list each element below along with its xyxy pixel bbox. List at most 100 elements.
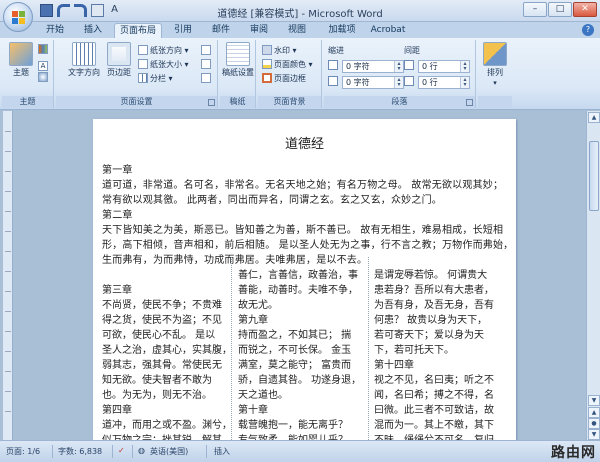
tab-page-layout[interactable]: 页面布局 (114, 23, 162, 38)
indent-right-spinner[interactable]: ▴ ▾ (394, 77, 403, 88)
page-color-button[interactable]: 页面颜色 ▾ (262, 59, 313, 71)
doc-line: 常有欲以观其徼。 此两者，同出而异名，同谓之玄。玄之又玄，众妙之门。 (102, 195, 442, 206)
tab-addins[interactable]: 加载项 (325, 23, 359, 38)
col3-line: 何患？ 故贵以身为天下， (374, 315, 488, 326)
language-globe-icon: ◍ (138, 446, 145, 455)
size-icon (138, 59, 148, 69)
col2-line: 第十章 (238, 405, 268, 416)
indent-left-input[interactable]: 0 字符 ▴ ▾ (342, 60, 404, 73)
col1-line: 知无欲。使夫智者不敢为 (102, 375, 212, 386)
text-direction-button[interactable]: 文字方向 (66, 42, 102, 78)
line-numbers-icon[interactable] (201, 59, 213, 71)
office-button[interactable] (3, 2, 33, 32)
tab-view[interactable]: 视图 (284, 23, 310, 38)
space-before-input[interactable]: 0 行 ▴ ▾ (418, 60, 470, 73)
status-bar: 页面: 1/6 字数: 6,838 ✓ ◍ 英语(美国) 插入 路由网 (0, 440, 600, 462)
col2-line: 天之道也。 (238, 390, 288, 401)
indent-left-icon (328, 60, 340, 72)
proofing-icon[interactable]: ✓ (118, 446, 125, 455)
tab-insert[interactable]: 插入 (80, 23, 106, 38)
col3-line: 曰微。此三者不可致诘，故 (374, 405, 494, 416)
status-separator (112, 445, 113, 458)
breaks-icon[interactable] (201, 45, 213, 57)
maximize-button[interactable]: □ (548, 2, 572, 17)
group-label-page-setup: 页面设置 (56, 96, 217, 108)
scroll-down-icon[interactable]: ▼ (588, 395, 600, 406)
col1-line: 也。为无为，则无不治。 (102, 390, 212, 401)
title-bar: A 道德经 [兼容模式] - Microsoft Word – □ ✕ (0, 0, 600, 22)
ribbon-tabs: 开始 插入 页面布局 引用 邮件 审阅 视图 加载项 Acrobat (0, 22, 600, 38)
col1-line: 圣人之治，虚其心，实其腹， (102, 345, 232, 356)
doc-line: 形，高下相倾，音声相和，前后相随。 是以圣人处无为之事，行不言之教；万物作而弗始… (102, 240, 514, 251)
status-separator (52, 445, 53, 458)
space-after-spinner[interactable]: ▴ ▾ (460, 77, 469, 88)
scroll-up-icon[interactable]: ▲ (588, 112, 600, 123)
help-icon[interactable]: ? (582, 24, 594, 36)
col2-line: 骄，自遗其咎。 功遂身退， (238, 375, 362, 386)
prev-page-icon[interactable]: ▲ (588, 407, 600, 418)
space-before-spinner[interactable]: ▴ ▾ (460, 61, 469, 72)
hyphenation-icon[interactable] (201, 73, 213, 85)
status-page[interactable]: 页面: 1/6 (6, 446, 40, 457)
group-arrange: 排列 ▾ (478, 40, 512, 108)
col2-line: 持而盈之，不如其已； 揣 (238, 330, 352, 341)
minimize-button[interactable]: – (523, 2, 547, 17)
group-draft: 稿纸设置 稿纸 (220, 40, 256, 108)
indent-label: 缩进 (328, 46, 344, 55)
theme-effects-icon[interactable] (38, 72, 50, 84)
columns-icon (138, 73, 148, 83)
scroll-thumb[interactable] (589, 141, 599, 211)
status-word-count[interactable]: 字数: 6,838 (58, 446, 102, 457)
theme-fonts-icon[interactable]: A (38, 58, 50, 71)
space-after-input[interactable]: 0 行 ▴ ▾ (418, 76, 470, 89)
indent-right-input[interactable]: 0 字符 ▴ ▾ (342, 76, 404, 89)
close-button[interactable]: ✕ (573, 2, 597, 17)
col2-line: 而锐之，不可长保。 金玉 (238, 345, 352, 356)
col2-line: 专气致柔，能如婴儿乎？ (238, 431, 348, 440)
indent-left-spinner[interactable]: ▴ ▾ (394, 61, 403, 72)
col3-line: 闻，名曰希；搏之不得，名 (374, 390, 494, 401)
paragraph-launcher-icon[interactable] (466, 99, 473, 106)
size-button[interactable]: 纸张大小 ▾ (138, 59, 189, 71)
theme-icon (9, 42, 33, 66)
tab-review[interactable]: 审阅 (246, 23, 272, 38)
orientation-button[interactable]: 纸张方向 ▾ (138, 45, 189, 57)
tab-acrobat[interactable]: Acrobat (368, 23, 408, 38)
space-after-icon (404, 76, 416, 88)
status-insert-mode[interactable]: 插入 (214, 446, 230, 457)
tab-mailings[interactable]: 邮件 (208, 23, 234, 38)
watermark-button[interactable]: 水印 ▾ (262, 45, 297, 57)
draft-settings-button[interactable]: 稿纸设置 (221, 42, 255, 78)
arrange-button[interactable]: 排列 ▾ (478, 42, 512, 88)
group-label-paragraph: 段落 (324, 96, 475, 108)
status-language[interactable]: 英语(美国) (150, 446, 188, 457)
document-page[interactable]: 道德经 第一章 道可道，非常道。名可名，非常名。无名天地之始；有名万物之母。 故… (93, 119, 516, 440)
tab-home[interactable]: 开始 (42, 23, 68, 38)
vertical-scrollbar[interactable]: ▲ ▼ ▲ ● ▼ (586, 111, 600, 440)
draft-paper-icon (226, 42, 250, 66)
doc-line: 天下皆知美之为美，斯恶已。皆知善之为善，斯不善已。 故有无相生，难易相成，长短相 (102, 225, 504, 236)
page-border-icon (262, 73, 272, 83)
col3-line: 下，若可托天下。 (374, 345, 454, 356)
vertical-ruler[interactable] (3, 111, 13, 440)
office-logo-icon (12, 11, 25, 24)
margins-button[interactable]: 页边距 (104, 42, 134, 78)
indent-right-icon (328, 76, 340, 88)
col2-line: 载营魄抱一，能无离乎？ (238, 420, 348, 431)
doc-line: 第二章 (102, 210, 133, 221)
document-area[interactable]: 道德经 第一章 道可道，非常道。名可名，非常名。无名天地之始；有名万物之母。 故… (0, 111, 600, 440)
page-color-icon (262, 59, 272, 69)
tab-references[interactable]: 引用 (170, 23, 196, 38)
group-page-background: 水印 ▾ 页面颜色 ▾ 页面边框 页面背景 (258, 40, 322, 108)
theme-colors-icon[interactable] (38, 44, 50, 56)
site-watermark: 路由网 (551, 445, 596, 461)
browse-object-icon[interactable]: ● (588, 418, 600, 429)
next-page-icon[interactable]: ▼ (588, 429, 600, 440)
page-setup-launcher-icon[interactable] (208, 99, 215, 106)
window-controls: – □ ✕ (523, 2, 597, 17)
orientation-icon (138, 45, 148, 55)
theme-button[interactable]: 主题 (4, 42, 38, 78)
columns-button[interactable]: 分栏 ▾ (138, 73, 173, 85)
page-border-button[interactable]: 页面边框 (262, 73, 306, 85)
doc-line: 生而弗有，为而弗恃，功成而弗居。夫唯弗居，是以不去。 (102, 255, 368, 266)
